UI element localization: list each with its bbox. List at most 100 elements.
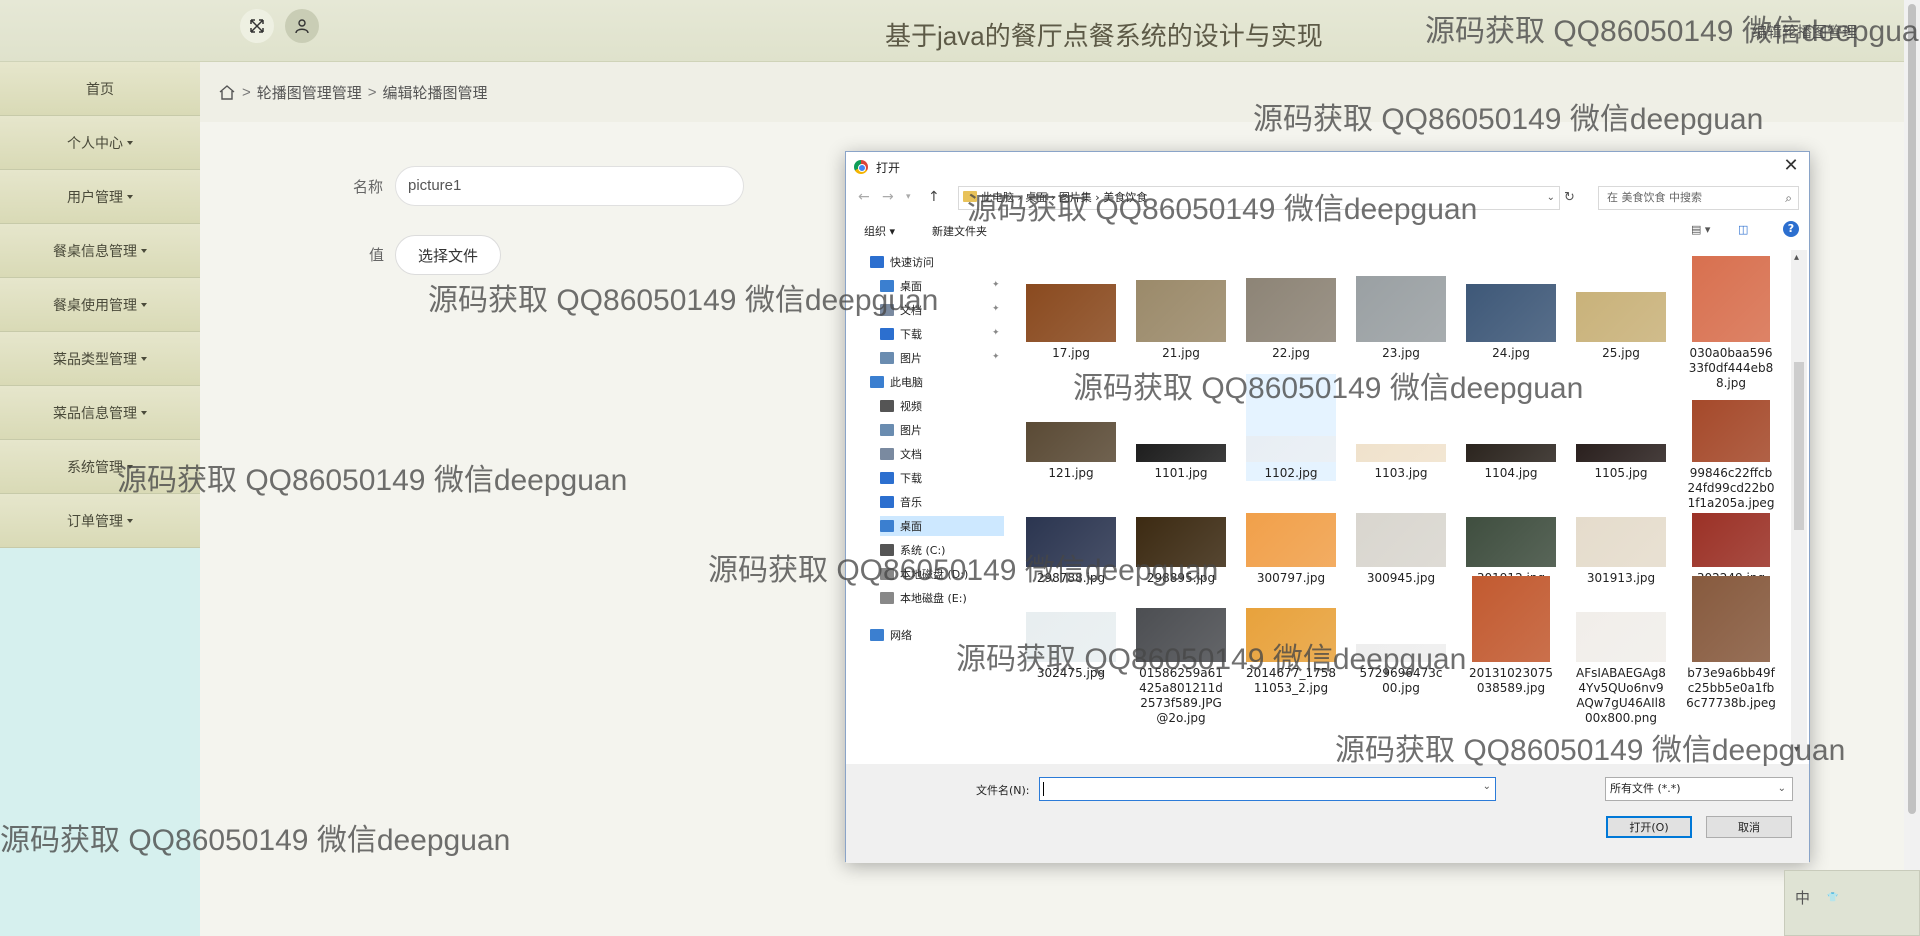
file-item[interactable]: 030a0baa59633f0df444eb88.jpg [1686,254,1776,391]
file-item[interactable]: 298895.jpg [1136,479,1226,586]
file-item[interactable]: 121.jpg [1026,374,1116,481]
nav-item[interactable]: 此电脑 [870,372,1004,392]
file-grid-scrollbar[interactable]: ▴ ▾ [1791,250,1807,760]
file-item[interactable]: 20131023075038589.jpg [1466,574,1556,696]
dialog-toolbar: 组织 ▾ 新建文件夹 ▤ ▾ ◫ ? [846,216,1809,244]
nav-item[interactable]: 文档 [880,444,1004,464]
file-item[interactable]: 5729696473c00.jpg [1356,574,1446,696]
preview-pane-icon[interactable]: ◫ [1738,223,1748,236]
address-segment[interactable]: 桌面 [1025,191,1047,204]
filetype-select[interactable]: 所有文件 (*.*) ⌄ [1605,777,1793,801]
organize-button[interactable]: 组织 ▾ [864,223,895,239]
filetype-value: 所有文件 (*.*) [1610,782,1681,795]
back-arrow-icon[interactable]: ← [858,189,870,205]
file-item[interactable]: b73e9a6bb49fc25bb5e0a1fb6c77738b.jpeg [1686,574,1776,711]
nav-item[interactable]: 视频 [880,396,1004,416]
forward-arrow-icon[interactable]: → [882,189,894,205]
image-thumbnail [1576,292,1666,342]
address-bar[interactable]: 此电脑 › 桌面 › 图片集 › 美食饮食 ⌄ [958,186,1560,210]
value-label: 值 [369,247,385,264]
nav-item[interactable]: 图片 [880,420,1004,440]
file-item[interactable]: 300945.jpg [1356,479,1446,586]
sidebar-item[interactable]: 用户管理 [0,170,200,224]
filetype-dropdown-icon[interactable]: ⌄ [1778,778,1786,800]
image-thumbnail [1576,517,1666,567]
filename-dropdown-icon[interactable]: ⌄ [1483,781,1491,792]
file-item[interactable]: 298788.jpg [1026,479,1116,586]
file-item[interactable]: 1102.jpg [1246,374,1336,481]
choose-file-button[interactable]: 选择文件 [395,235,501,275]
nav-item-label: 视频 [900,400,922,413]
sidebar-item[interactable]: 餐桌信息管理 [0,224,200,278]
recent-dropdown-icon[interactable]: ▾ [906,192,911,202]
address-dropdown-icon[interactable]: ⌄ [1547,187,1555,209]
sidebar-item[interactable]: 订单管理 [0,494,200,548]
nav-item[interactable]: 桌面 [880,516,1004,536]
home-icon[interactable] [218,84,236,100]
nav-item[interactable]: 桌面 [880,276,1004,296]
nav-item[interactable]: 音乐 [880,492,1004,512]
file-item[interactable]: 1104.jpg [1466,374,1556,481]
file-item[interactable]: 17.jpg [1026,254,1116,361]
sidebar-item[interactable]: 菜品信息管理 [0,386,200,440]
nav-item[interactable]: 本地磁盘 (E:) [880,588,1004,608]
file-item[interactable]: 25.jpg [1576,254,1666,361]
file-grid-scroll-thumb[interactable] [1794,362,1804,530]
cancel-button[interactable]: 取消 [1706,816,1792,838]
new-folder-button[interactable]: 新建文件夹 [932,223,987,239]
dialog-search-input[interactable]: 在 美食饮食 中搜索 ⌕ [1598,186,1799,210]
nav-item[interactable]: 下载 [880,324,1004,344]
file-item[interactable]: 301913.jpg [1576,479,1666,586]
file-item[interactable]: 302475.jpg [1026,574,1116,681]
sidebar-item[interactable]: 餐桌使用管理 [0,278,200,332]
folder-icon [880,352,894,364]
file-item[interactable]: 1105.jpg [1576,374,1666,481]
sidebar-item[interactable]: 菜品类型管理 [0,332,200,386]
page-scrollbar[interactable] [1904,0,1920,936]
image-thumbnail [1136,280,1226,342]
scroll-down-icon[interactable]: ▾ [1794,744,1799,755]
folder-icon [880,592,894,604]
file-item[interactable]: 1103.jpg [1356,374,1446,481]
view-options-icon[interactable]: ▤ ▾ [1691,223,1710,236]
sidebar-item-label: 系统管理 [67,458,123,475]
refresh-icon[interactable]: ↻ [1564,190,1575,205]
nav-item[interactable]: 下载 [880,468,1004,488]
breadcrumb-item-banner[interactable]: 轮播图管理管理 [257,82,362,103]
help-icon[interactable]: ? [1783,221,1799,237]
nav-item[interactable]: 快速访问 [870,252,1004,272]
filename-input[interactable]: ⌄ [1039,777,1496,801]
sidebar-item[interactable]: 系统管理 [0,440,200,494]
sidebar-item[interactable]: 首页 [0,62,200,116]
file-item[interactable]: 300797.jpg [1246,479,1336,586]
file-item[interactable]: 302249.jpg [1686,479,1776,586]
file-item[interactable]: 01586259a61425a801211d2573f589.JPG@2o.jp… [1136,574,1226,726]
page-scroll-thumb[interactable] [1908,4,1916,814]
nav-item[interactable]: 本地磁盘 (D:) [880,564,1004,584]
sidebar-item[interactable]: 个人中心 [0,116,200,170]
scroll-up-icon[interactable]: ▴ [1794,252,1799,263]
nav-item[interactable]: 图片 [880,348,1004,368]
file-item[interactable]: 1101.jpg [1136,374,1226,481]
dialog-close-button[interactable]: ✕ [1781,155,1801,176]
up-arrow-icon[interactable]: ↑ [928,189,940,205]
nav-item[interactable]: 网络 [870,625,1004,645]
file-item[interactable]: 22.jpg [1246,254,1336,361]
name-input[interactable]: picture1 [395,166,744,206]
ime-widget[interactable]: 中 👕 [1784,870,1920,936]
file-item[interactable]: 2014677_175811053_2.jpg [1246,574,1336,696]
file-item[interactable]: 24.jpg [1466,254,1556,361]
user-button[interactable] [285,9,319,43]
fullscreen-button[interactable] [240,9,274,43]
file-item[interactable]: AFsIABAEGAg84Yv5QUo6nv9AQw7gU46AIl800x80… [1576,574,1666,726]
open-button[interactable]: 打开(O) [1606,816,1692,838]
address-segment[interactable]: 图片集 [1059,191,1092,204]
nav-item[interactable]: 系统 (C:) [880,540,1004,560]
nav-item[interactable]: 文档 [880,300,1004,320]
address-segment[interactable]: 此电脑 [981,191,1014,204]
file-item[interactable]: 21.jpg [1136,254,1226,361]
file-item[interactable]: 301912.jpg [1466,479,1556,586]
address-segment[interactable]: 美食饮食 [1103,191,1147,204]
pin-icon: ✦ [992,328,1000,338]
file-item[interactable]: 23.jpg [1356,254,1446,361]
